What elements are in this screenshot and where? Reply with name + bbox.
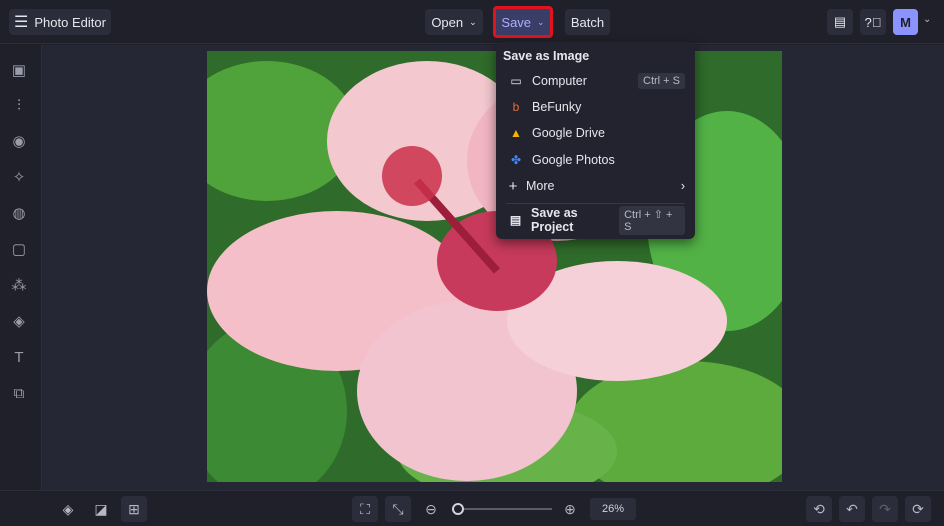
adjust-icon[interactable]: ⫶	[10, 97, 28, 115]
menu-item-befunky[interactable]: b BeFunky	[506, 96, 685, 118]
fit-screen-icon[interactable]: ⛶	[352, 496, 378, 522]
menu-button[interactable]: ☰ Photo Editor	[9, 9, 111, 35]
eye-icon[interactable]: ◉	[10, 133, 28, 151]
plus-icon: +	[508, 177, 518, 195]
texture-icon[interactable]: ◈	[10, 313, 28, 331]
batch-label: Batch	[570, 14, 605, 30]
monitor-icon: ▭	[510, 74, 522, 88]
menu-item-more[interactable]: + More ›	[506, 175, 685, 197]
menu-item-google-photos[interactable]: ✤ Google Photos	[506, 149, 685, 171]
bottom-toolbar: ◈ ◪ ⊞ ⛶ ⤡ ⊖ ⊕ 26% ⟲ ↶ ↷ ⟳	[0, 490, 944, 526]
help-button[interactable]: ?⃝	[860, 9, 886, 35]
chevron-right-icon: ›	[680, 179, 685, 193]
save-label: Save	[501, 14, 532, 30]
compare-icon[interactable]: ◪	[88, 496, 114, 522]
zoom-in-icon[interactable]: ⊕	[557, 496, 583, 522]
layers-icon[interactable]: ◈	[55, 496, 81, 522]
comment-icon: ▤	[833, 14, 847, 29]
graphics-icon[interactable]: ⁂	[10, 277, 28, 295]
shortcut-badge: Ctrl + ⇧ + S	[619, 205, 685, 235]
text-icon[interactable]: T	[10, 349, 28, 367]
shortcut-badge: Ctrl + S	[638, 73, 685, 89]
save-button[interactable]: Save ⌄	[493, 6, 553, 38]
help-icon: ?⃝	[864, 14, 882, 30]
zoom-out-icon[interactable]: ⊖	[418, 496, 444, 522]
menu-item-save-project[interactable]: ▤ Save as Project Ctrl + ⇧ + S	[506, 205, 685, 235]
history-icon[interactable]: ⟳	[905, 496, 931, 522]
google-photos-icon: ✤	[510, 153, 522, 167]
comments-button[interactable]: ▤	[827, 9, 853, 35]
zoom-slider-handle[interactable]	[452, 503, 464, 515]
image-icon[interactable]: ▣	[10, 62, 28, 80]
effects-icon[interactable]: ✧	[10, 169, 28, 187]
menu-item-label: Computer	[532, 74, 587, 88]
tool-sidebar: ▣ ⫶ ◉ ✧ ◍ ▢ ⁂ ◈ T ⧉	[0, 45, 42, 490]
artsy-icon[interactable]: ◍	[10, 205, 28, 223]
overlay-icon[interactable]: ⧉	[10, 385, 28, 403]
menu-item-label: Google Drive	[532, 126, 605, 140]
zoom-slider[interactable]	[452, 503, 552, 515]
chevron-down-icon: ⌄	[537, 16, 545, 27]
avatar-initial: M	[900, 14, 911, 30]
google-drive-icon: ▲	[510, 126, 522, 140]
open-label: Open	[431, 14, 464, 30]
open-button[interactable]: Open ⌄	[425, 9, 483, 35]
menu-item-computer[interactable]: ▭ Computer Ctrl + S	[506, 70, 685, 92]
befunky-icon: b	[512, 100, 520, 114]
frame-icon[interactable]: ▢	[10, 241, 28, 259]
grid-icon[interactable]: ⊞	[121, 496, 147, 522]
menu-divider	[506, 203, 685, 204]
avatar[interactable]: M	[893, 9, 918, 35]
briefcase-icon: ▤	[509, 213, 522, 227]
redo-icon[interactable]: ↷	[872, 496, 898, 522]
photo-canvas[interactable]	[207, 51, 782, 482]
batch-button[interactable]: Batch	[565, 9, 610, 35]
hamburger-icon: ☰	[14, 14, 29, 31]
menu-item-label: BeFunky	[532, 100, 582, 114]
undo-icon[interactable]: ↶	[839, 496, 865, 522]
chevron-down-icon: ⌄	[469, 16, 477, 27]
menu-item-label: More	[526, 179, 555, 193]
zoom-level-input[interactable]: 26%	[590, 498, 636, 520]
chevron-down-icon[interactable]: ⌄	[923, 14, 931, 25]
app-title: Photo Editor	[34, 14, 106, 30]
top-bar: ☰ Photo Editor Open ⌄ Save ⌄ Batch ▤ ?⃝ …	[0, 0, 944, 44]
rotate-icon[interactable]: ⟲	[806, 496, 832, 522]
actual-size-icon[interactable]: ⤡	[385, 496, 411, 522]
menu-item-label: Google Photos	[532, 153, 615, 167]
save-dropdown-menu: Save as Image ▭ Computer Ctrl + S b BeFu…	[496, 42, 695, 239]
menu-item-google-drive[interactable]: ▲ Google Drive	[506, 122, 685, 144]
menu-heading: Save as Image	[503, 49, 590, 63]
menu-item-label: Save as Project	[531, 206, 578, 234]
